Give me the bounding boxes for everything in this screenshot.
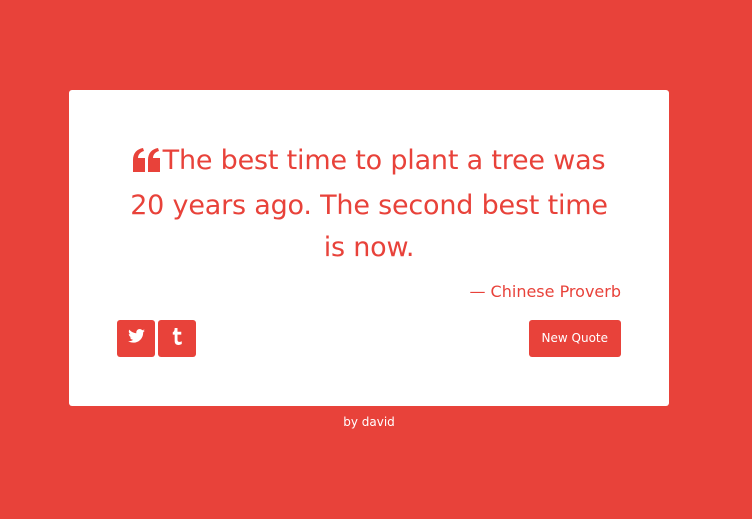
twitter-icon xyxy=(127,329,145,348)
tumblr-button[interactable] xyxy=(158,320,196,357)
quote-card: The best time to plant a tree was 20 yea… xyxy=(69,90,669,406)
tumblr-icon xyxy=(172,327,183,350)
quote-text: The best time to plant a tree was 20 yea… xyxy=(130,145,608,263)
quote-box: The best time to plant a tree was 20 yea… xyxy=(117,140,621,269)
footer-credit: by david xyxy=(343,415,395,429)
quote-icon xyxy=(132,143,161,185)
quote-author: — Chinese Proverb xyxy=(469,282,621,301)
new-quote-button[interactable]: New Quote xyxy=(528,320,621,357)
tweet-button[interactable] xyxy=(117,320,155,357)
